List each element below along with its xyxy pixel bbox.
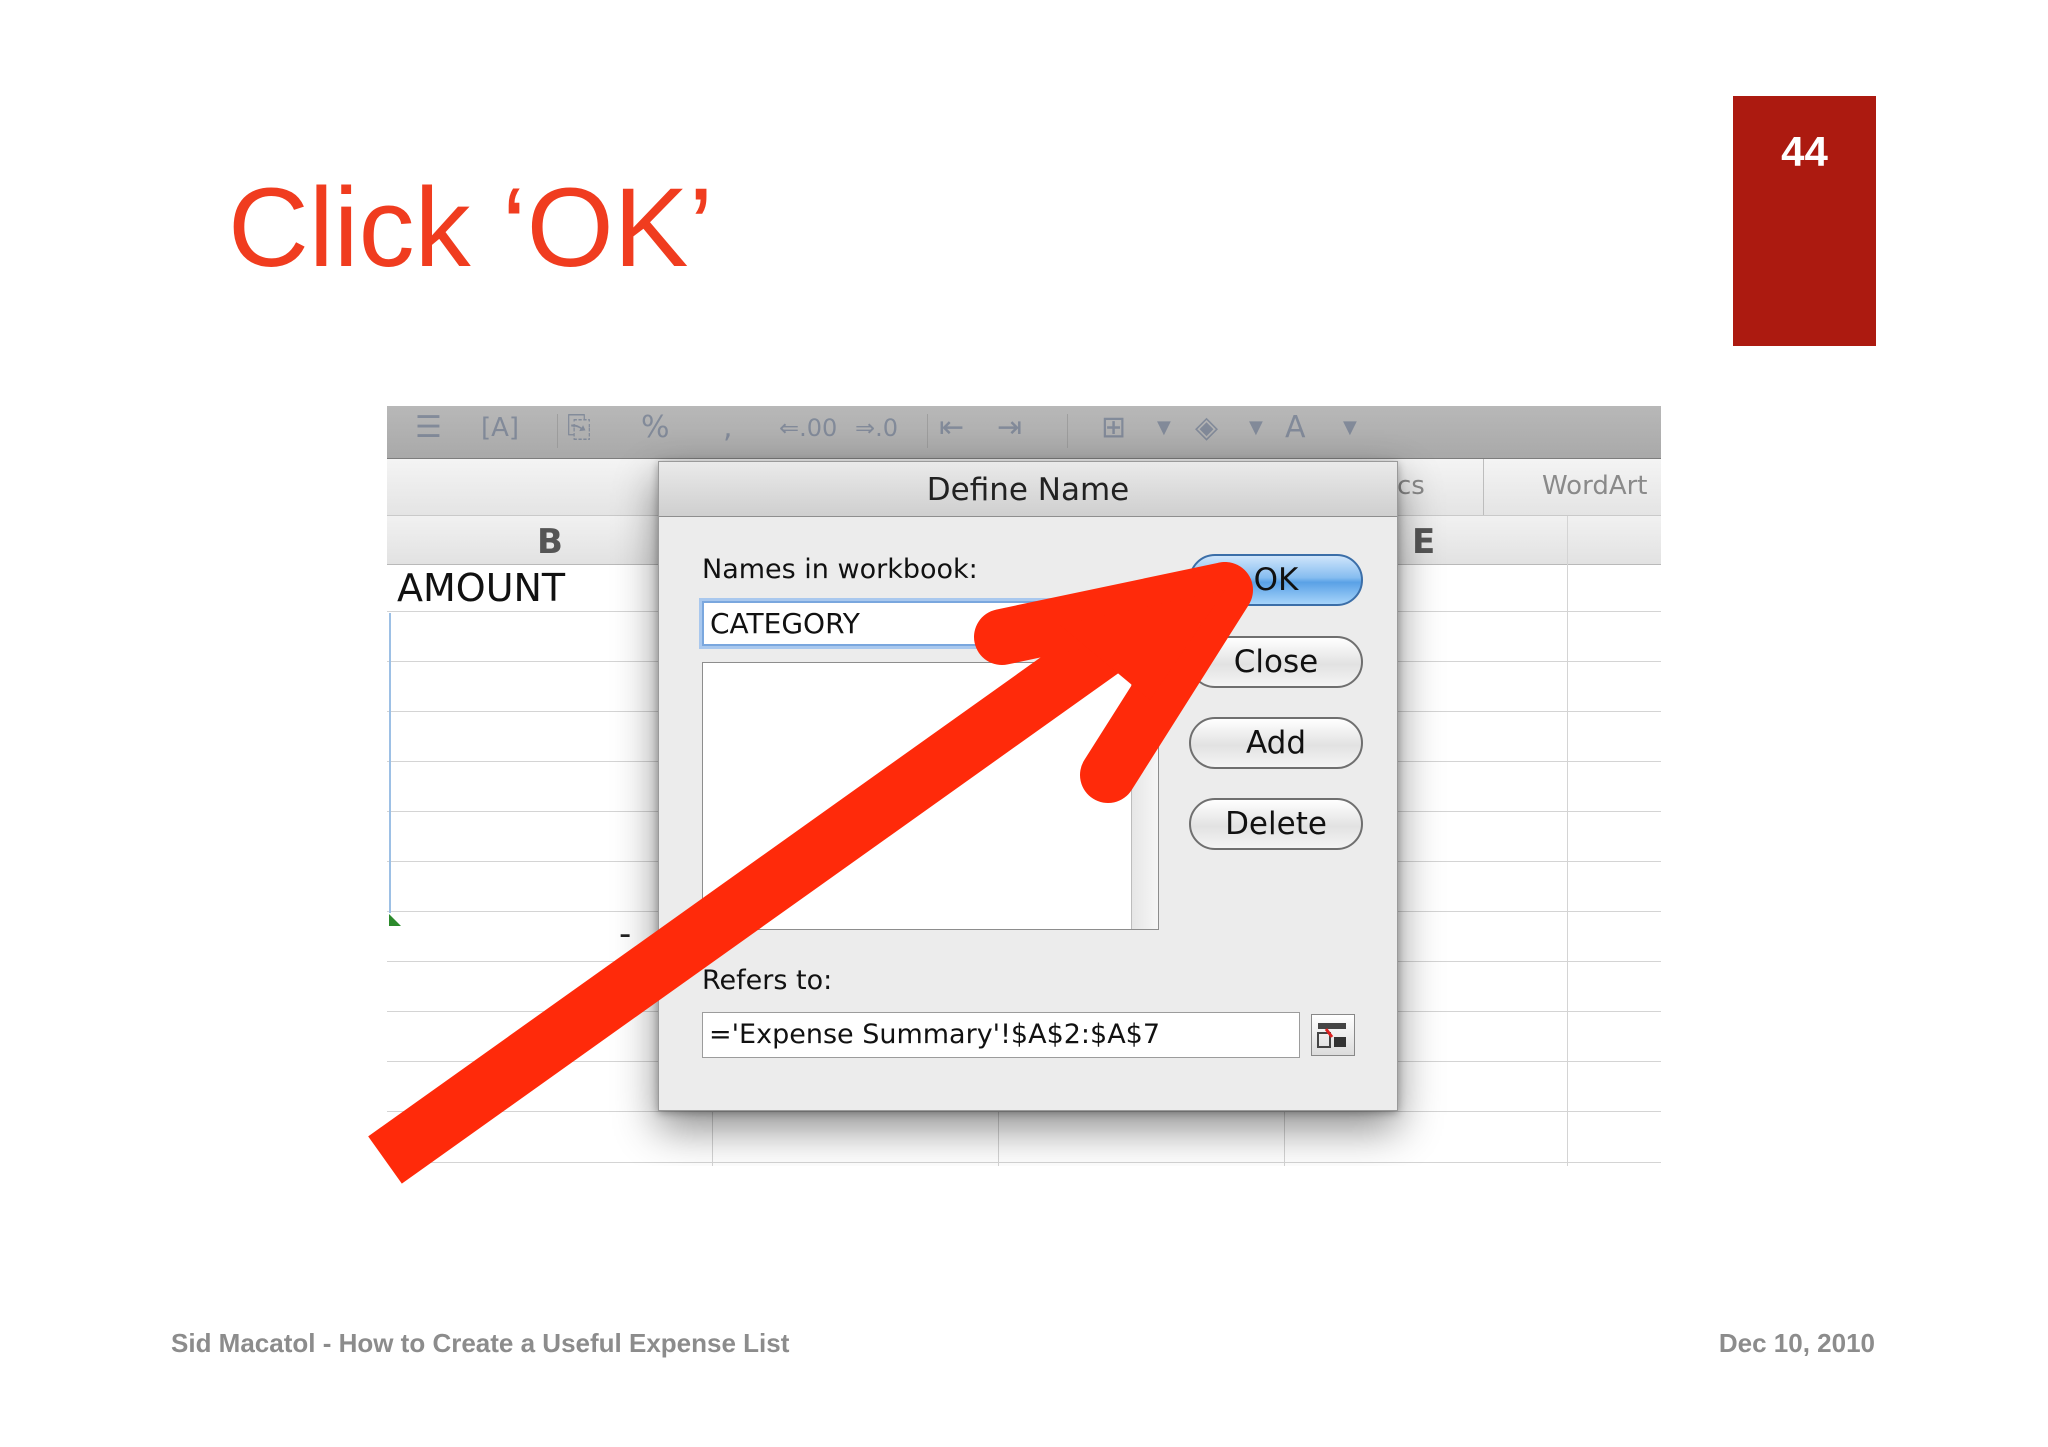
indent-icon[interactable]: ⇥	[997, 410, 1022, 446]
column-header-b[interactable]: B	[537, 522, 563, 562]
ok-button[interactable]: OK	[1189, 554, 1363, 606]
toolbar-separator	[1067, 414, 1068, 448]
font-color-icon[interactable]: A	[1285, 410, 1306, 446]
close-button[interactable]: Close	[1189, 636, 1363, 688]
chevron-down-icon[interactable]: ▼	[1343, 410, 1357, 446]
formatting-toolbar: ☰ [A] ⎘ % , ⇐.00 ⇒.0 ⇤ ⇥ ⊞ ▼ ◈ ▼ A ▼	[387, 406, 1661, 459]
collapse-dialog-button[interactable]	[1311, 1014, 1355, 1056]
outdent-icon[interactable]: ⇤	[939, 410, 964, 446]
tab-charts[interactable]: cs	[1397, 471, 1425, 501]
slide-title: Click ‘OK’	[228, 165, 714, 290]
add-button[interactable]: Add	[1189, 717, 1363, 769]
grid-line	[387, 1162, 1661, 1163]
increase-decimal-icon[interactable]: ⇒.0	[855, 410, 898, 446]
selection-border	[389, 613, 391, 913]
excel-screenshot: ☰ [A] ⎘ % , ⇐.00 ⇒.0 ⇤ ⇥ ⊞ ▼ ◈ ▼ A ▼ cs …	[387, 406, 1661, 1166]
page-number-badge: 44	[1733, 96, 1876, 346]
page-number: 44	[1781, 128, 1828, 175]
chevron-down-icon[interactable]: ▼	[1157, 410, 1171, 446]
text-size-icon[interactable]: [A]	[481, 410, 519, 446]
tab-divider	[1483, 459, 1484, 515]
dialog-titlebar[interactable]: Define Name	[659, 462, 1397, 517]
grid-line	[387, 1111, 1661, 1112]
cell-dash[interactable]: -	[619, 914, 631, 954]
align-icon[interactable]: ☰	[415, 410, 442, 446]
fill-color-icon[interactable]: ◈	[1195, 410, 1218, 446]
names-scrollbar[interactable]	[1131, 663, 1158, 929]
comma-icon[interactable]: ,	[723, 410, 733, 446]
delete-button[interactable]: Delete	[1189, 798, 1363, 850]
format-icon[interactable]: ⎘	[567, 410, 591, 446]
footer-date: Dec 10, 2010	[1718, 1328, 1875, 1358]
refers-to-label: Refers to:	[702, 965, 833, 996]
borders-icon[interactable]: ⊞	[1101, 410, 1126, 446]
footer-author: Sid Macatol - How to Create a Useful Exp…	[171, 1328, 790, 1358]
toolbar-separator	[927, 414, 928, 448]
names-list[interactable]	[702, 662, 1159, 930]
name-input[interactable]: CATEGORY	[702, 601, 1142, 646]
range-select-icon	[1317, 1023, 1346, 1048]
error-indicator-icon	[389, 914, 401, 926]
percent-icon[interactable]: %	[641, 410, 670, 446]
decrease-decimal-icon[interactable]: ⇐.00	[779, 410, 837, 446]
chevron-down-icon[interactable]: ▼	[1249, 410, 1263, 446]
grid-line	[1567, 516, 1568, 1166]
column-header-e[interactable]: E	[1412, 522, 1435, 562]
refers-to-field[interactable]: ='Expense Summary'!$A$2:$A$7	[702, 1012, 1300, 1058]
names-label: Names in workbook:	[702, 554, 978, 585]
dialog-title: Define Name	[926, 472, 1130, 508]
tab-wordart[interactable]: WordArt	[1542, 471, 1648, 501]
define-name-dialog: Define Name Names in workbook: CATEGORY …	[658, 461, 1398, 1111]
toolbar-separator	[557, 414, 558, 448]
cell-amount[interactable]: AMOUNT	[397, 566, 565, 610]
